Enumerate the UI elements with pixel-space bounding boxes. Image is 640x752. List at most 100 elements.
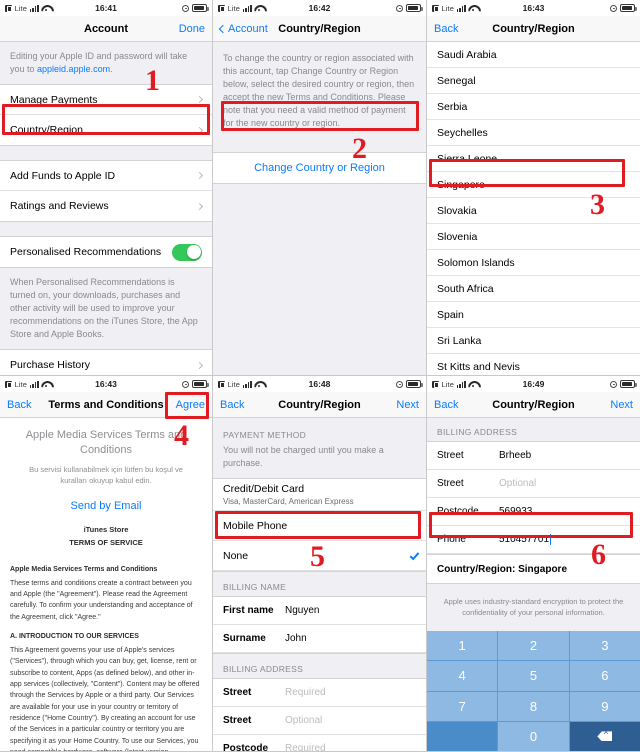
personalised-group: Personalised Recommendations	[0, 236, 212, 269]
back-button-account[interactable]: Account	[218, 23, 268, 35]
key-2[interactable]: 2	[498, 631, 569, 661]
row-label: Ratings and Reviews	[10, 200, 109, 213]
field-placeholder: Required	[285, 743, 326, 751]
field-street-1[interactable]: Street Brheeb	[427, 442, 640, 470]
nav-bar: Back Country/Region	[427, 16, 640, 42]
battery-icon	[406, 380, 423, 388]
country-label: Slovakia	[437, 204, 477, 217]
country-row-group: Country/Region: Singapore	[427, 555, 640, 584]
key-0[interactable]: 0	[498, 721, 569, 751]
delete-key-icon	[597, 731, 613, 742]
field-label: Street	[437, 478, 464, 489]
row-purchase-history[interactable]: Purchase History	[0, 350, 212, 375]
field-street-1[interactable]: Street Required	[213, 679, 426, 708]
list-item-singapore[interactable]: Singapore	[427, 172, 640, 198]
payment-option-credit-debit-card[interactable]: Credit/Debit Card Visa, MasterCard, Amer…	[213, 479, 426, 512]
terms-section-a-heading: A. INTRODUCTION TO OUR SERVICES	[10, 633, 139, 640]
row-personalised-recommendations[interactable]: Personalised Recommendations	[0, 237, 212, 268]
row-label: Manage Payments	[10, 93, 98, 106]
country-label: Slovenia	[437, 230, 478, 243]
row-country-region[interactable]: Country/Region	[0, 115, 212, 146]
field-label: Phone	[437, 534, 466, 545]
next-button[interactable]: Next	[610, 399, 633, 411]
chevron-left-icon	[218, 24, 228, 33]
page-title: Country/Region	[278, 398, 361, 411]
country-intro-content: To change the country or region associat…	[213, 42, 426, 375]
key-8[interactable]: 8	[498, 691, 569, 721]
status-time: 16:42	[308, 3, 331, 13]
row-add-funds[interactable]: Add Funds to Apple ID	[0, 161, 212, 192]
field-label: Street	[223, 687, 252, 699]
terms-body-paragraph-2: This Agreement governs your use of Apple…	[10, 647, 200, 751]
itunes-store-label: iTunes Store TERMS OF SERVICE	[0, 524, 212, 560]
encryption-note: Apple uses industry-standard encryption …	[443, 597, 624, 618]
annotation-number-6: 6	[591, 538, 606, 571]
lock-icon	[610, 4, 617, 12]
payment-option-mobile-phone[interactable]: Mobile Phone	[213, 511, 426, 542]
row-ratings-reviews[interactable]: Ratings and Reviews	[0, 191, 212, 222]
back-button[interactable]: Back	[434, 399, 458, 411]
chevron-right-icon	[195, 361, 204, 369]
next-button[interactable]: Next	[396, 399, 419, 411]
send-by-email-link[interactable]: Send by Email	[0, 496, 212, 524]
panel-country-region-intro: Lite 16:42 Account Country/Region To cha…	[213, 0, 427, 376]
lock-icon	[396, 4, 403, 12]
chevron-right-icon	[195, 202, 204, 210]
key-7[interactable]: 7	[427, 691, 498, 721]
panel-payment-method: Lite 16:48 Back Country/Region Next PAYM…	[213, 376, 427, 752]
list-item[interactable]: St Kitts and Nevis	[427, 354, 640, 375]
status-time: 16:49	[522, 379, 545, 389]
field-label: Street	[223, 715, 252, 727]
back-button[interactable]: Back	[220, 399, 244, 411]
field-value: John	[285, 633, 307, 645]
done-button[interactable]: Done	[179, 23, 205, 35]
list-item[interactable]: Serbia	[427, 94, 640, 120]
change-country-description: To change the country or region associat…	[223, 53, 415, 129]
row-label: Add Funds to Apple ID	[10, 169, 116, 182]
country-label: Serbia	[437, 100, 468, 113]
terms-subheading: Bu servisi kullanabilmek için lütfen bu …	[29, 464, 183, 485]
list-item[interactable]: Slovakia	[427, 198, 640, 224]
field-surname[interactable]: Surname John	[213, 625, 426, 654]
country-label: South Africa	[437, 282, 494, 295]
key-4[interactable]: 4	[427, 661, 498, 691]
list-item[interactable]: Sierra Leone	[427, 146, 640, 172]
back-button[interactable]: Back	[7, 399, 31, 411]
delete-key[interactable]	[569, 721, 640, 751]
key-6[interactable]: 6	[569, 661, 640, 691]
key-5[interactable]: 5	[498, 661, 569, 691]
list-item[interactable]: Sri Lanka	[427, 328, 640, 354]
agree-button[interactable]: Agree	[176, 399, 205, 411]
key-3[interactable]: 3	[569, 631, 640, 661]
country-label: Sierra Leone	[437, 152, 498, 165]
field-postcode[interactable]: Postcode Required	[213, 735, 426, 751]
text-caret	[550, 534, 552, 545]
annotation-number-4: 4	[174, 419, 189, 452]
numeric-keypad[interactable]: 1 2 3 4 5 6 7 8 9 0	[427, 631, 640, 751]
panel-account: Lite 16:41 Account Done Editing your App…	[0, 0, 213, 376]
back-button[interactable]: Back	[434, 23, 458, 35]
list-item[interactable]: Saudi Arabia	[427, 42, 640, 68]
field-value: Brheeb	[499, 450, 532, 461]
key-9[interactable]: 9	[569, 691, 640, 721]
account-content: Editing your Apple ID and password will …	[0, 42, 212, 375]
billing-name-header: BILLING NAME	[223, 582, 287, 593]
appleid-link[interactable]: appleid.apple.com	[37, 64, 110, 74]
list-item[interactable]: South Africa	[427, 276, 640, 302]
list-item[interactable]: Seychelles	[427, 120, 640, 146]
row-manage-payments[interactable]: Manage Payments	[0, 85, 212, 116]
field-phone[interactable]: Phone 510457701	[427, 526, 640, 554]
list-item[interactable]: Spain	[427, 302, 640, 328]
change-country-or-region-button[interactable]: Change Country or Region	[213, 152, 426, 185]
field-first-name[interactable]: First name Nguyen	[213, 597, 426, 626]
personalised-toggle[interactable]	[172, 243, 202, 261]
field-postcode[interactable]: Postcode 569933	[427, 498, 640, 526]
panel-billing-address: Lite 16:49 Back Country/Region Next BILL…	[427, 376, 640, 752]
list-item[interactable]: Senegal	[427, 68, 640, 94]
field-street-2[interactable]: Street Optional	[427, 470, 640, 498]
key-1[interactable]: 1	[427, 631, 498, 661]
status-time: 16:43	[95, 379, 117, 389]
list-item[interactable]: Slovenia	[427, 224, 640, 250]
list-item[interactable]: Solomon Islands	[427, 250, 640, 276]
field-street-2[interactable]: Street Optional	[213, 707, 426, 736]
